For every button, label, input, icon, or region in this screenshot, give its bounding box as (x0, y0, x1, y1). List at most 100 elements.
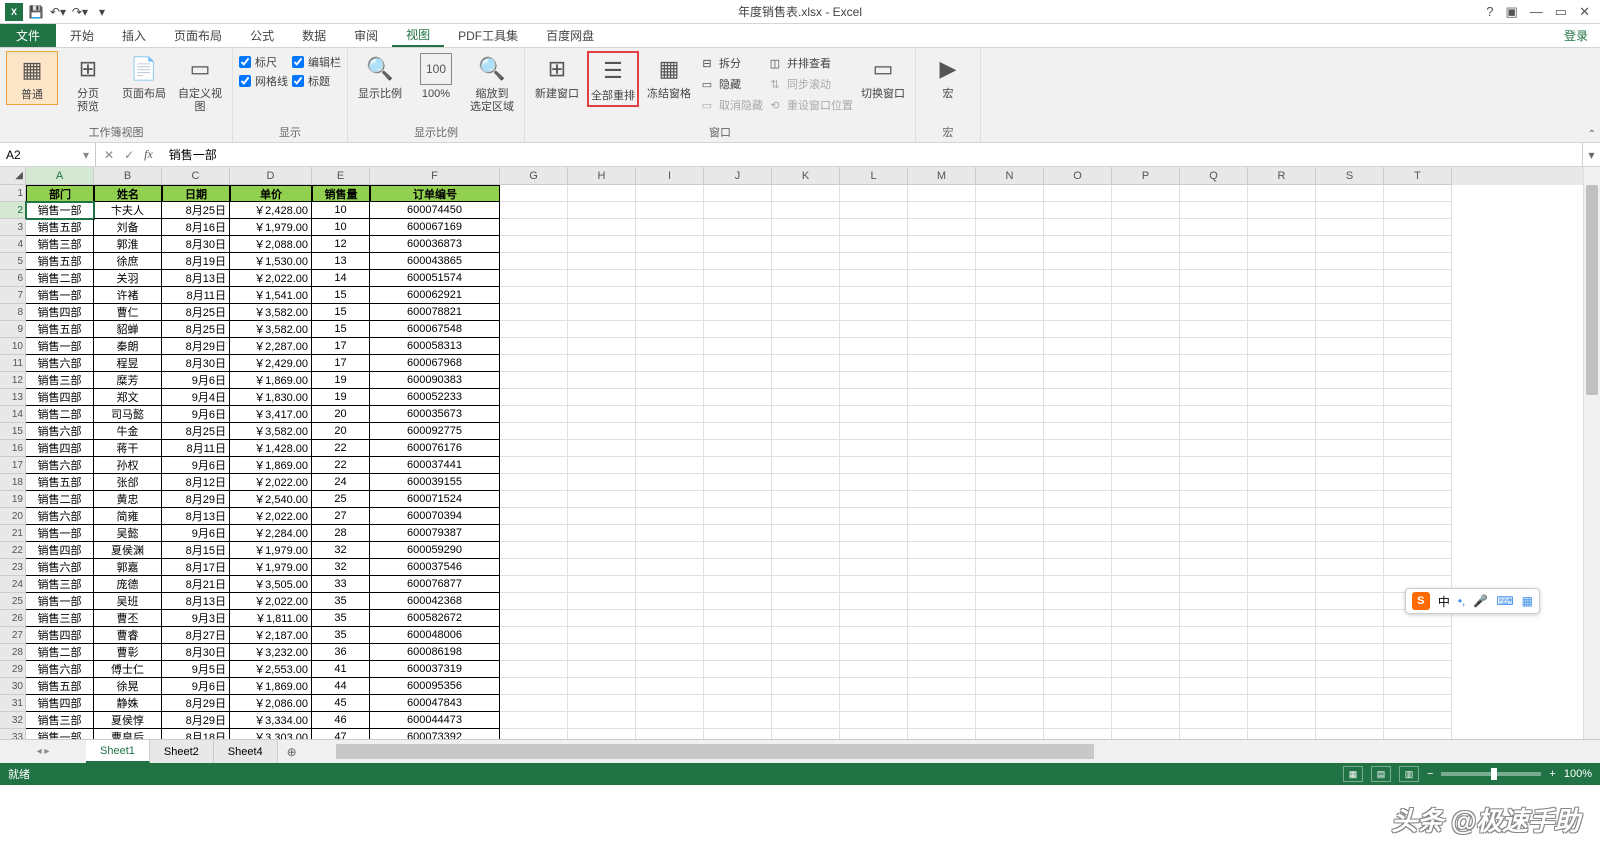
cell-D32[interactable]: ￥3,334.00 (230, 712, 312, 729)
cell-E21[interactable]: 28 (312, 525, 370, 542)
col-header-J[interactable]: J (704, 167, 772, 185)
cell-D33[interactable]: ￥3,303.00 (230, 729, 312, 739)
cell-E25[interactable]: 35 (312, 593, 370, 610)
col-header-S[interactable]: S (1316, 167, 1384, 185)
row-header-23[interactable]: 23 (0, 559, 26, 576)
row-header-11[interactable]: 11 (0, 355, 26, 372)
cell-A19[interactable]: 销售二部 (26, 491, 94, 508)
help-icon[interactable]: ? (1486, 4, 1493, 20)
normal-view-icon[interactable]: ▦ (1343, 766, 1363, 782)
header-cell[interactable]: 日期 (162, 185, 230, 202)
cell-E19[interactable]: 25 (312, 491, 370, 508)
row-header-16[interactable]: 16 (0, 440, 26, 457)
col-header-R[interactable]: R (1248, 167, 1316, 185)
headings-checkbox[interactable]: 标题 (292, 73, 341, 89)
cell-B20[interactable]: 简雍 (94, 508, 162, 525)
fx-icon[interactable]: fx (144, 147, 153, 162)
cell-D6[interactable]: ￥2,022.00 (230, 270, 312, 287)
cell-A27[interactable]: 销售四部 (26, 627, 94, 644)
cell-B18[interactable]: 张郃 (94, 474, 162, 491)
ime-menu-icon[interactable]: ▦ (1522, 594, 1533, 608)
zoom-button[interactable]: 🔍显示比例 (354, 51, 406, 103)
cell-D24[interactable]: ￥3,505.00 (230, 576, 312, 593)
cell-E6[interactable]: 14 (312, 270, 370, 287)
cell-D3[interactable]: ￥1,979.00 (230, 219, 312, 236)
cell-C19[interactable]: 8月29日 (162, 491, 230, 508)
cell-C16[interactable]: 8月11日 (162, 440, 230, 457)
cell-B29[interactable]: 傅士仁 (94, 661, 162, 678)
row-header-9[interactable]: 9 (0, 321, 26, 338)
cell-B24[interactable]: 庞德 (94, 576, 162, 593)
cell-D30[interactable]: ￥1,869.00 (230, 678, 312, 695)
cell-E30[interactable]: 44 (312, 678, 370, 695)
page-break-view-icon[interactable]: ▥ (1399, 766, 1419, 782)
cell-A8[interactable]: 销售四部 (26, 304, 94, 321)
cell-E12[interactable]: 19 (312, 372, 370, 389)
cell-D14[interactable]: ￥3,417.00 (230, 406, 312, 423)
cell-A7[interactable]: 销售一部 (26, 287, 94, 304)
col-header-Q[interactable]: Q (1180, 167, 1248, 185)
cell-E33[interactable]: 47 (312, 729, 370, 739)
tab-home[interactable]: 开始 (56, 24, 108, 47)
cell-B4[interactable]: 郭淮 (94, 236, 162, 253)
cell-D7[interactable]: ￥1,541.00 (230, 287, 312, 304)
select-all-cell[interactable]: ◢ (0, 167, 26, 185)
cell-E5[interactable]: 13 (312, 253, 370, 270)
ime-voice-icon[interactable]: 🎤 (1473, 594, 1488, 608)
tab-baidu[interactable]: 百度网盘 (532, 24, 608, 47)
new-window-button[interactable]: ⊞新建窗口 (531, 51, 583, 103)
cell-B23[interactable]: 郭嘉 (94, 559, 162, 576)
cell-B11[interactable]: 程昱 (94, 355, 162, 372)
cell-B22[interactable]: 夏侯渊 (94, 542, 162, 559)
cell-C32[interactable]: 8月29日 (162, 712, 230, 729)
cell-B19[interactable]: 黄忠 (94, 491, 162, 508)
cell-E27[interactable]: 35 (312, 627, 370, 644)
macros-button[interactable]: ▶宏 (922, 51, 974, 103)
cell-C17[interactable]: 9月6日 (162, 457, 230, 474)
cell-C11[interactable]: 8月30日 (162, 355, 230, 372)
cell-D9[interactable]: ￥3,582.00 (230, 321, 312, 338)
row-header-31[interactable]: 31 (0, 695, 26, 712)
formula-input[interactable]: 销售一部 (161, 143, 1582, 166)
tab-data[interactable]: 数据 (288, 24, 340, 47)
cell-F23[interactable]: 600037546 (370, 559, 500, 576)
cell-B10[interactable]: 秦朗 (94, 338, 162, 355)
header-cell[interactable]: 部门 (26, 185, 94, 202)
col-header-K[interactable]: K (772, 167, 840, 185)
col-header-E[interactable]: E (312, 167, 370, 185)
cell-B15[interactable]: 牛金 (94, 423, 162, 440)
cell-C29[interactable]: 9月5日 (162, 661, 230, 678)
qat-customize-icon[interactable]: ▾ (92, 2, 112, 22)
cell-F17[interactable]: 600037441 (370, 457, 500, 474)
cell-A10[interactable]: 销售一部 (26, 338, 94, 355)
zoom-level[interactable]: 100% (1564, 768, 1592, 780)
cell-B26[interactable]: 曹丕 (94, 610, 162, 627)
cell-E8[interactable]: 15 (312, 304, 370, 321)
cell-E18[interactable]: 24 (312, 474, 370, 491)
cell-C20[interactable]: 8月13日 (162, 508, 230, 525)
cell-D20[interactable]: ￥2,022.00 (230, 508, 312, 525)
tab-review[interactable]: 审阅 (340, 24, 392, 47)
cell-B2[interactable]: 卞夫人 (94, 202, 162, 219)
cell-A24[interactable]: 销售三部 (26, 576, 94, 593)
cell-C30[interactable]: 9月6日 (162, 678, 230, 695)
cell-F5[interactable]: 600043865 (370, 253, 500, 270)
cell-B7[interactable]: 许褚 (94, 287, 162, 304)
cell-F19[interactable]: 600071524 (370, 491, 500, 508)
cell-D22[interactable]: ￥1,979.00 (230, 542, 312, 559)
cell-A29[interactable]: 销售六部 (26, 661, 94, 678)
ruler-checkbox[interactable]: 标尺 (239, 54, 288, 70)
minimize-icon[interactable]: — (1530, 4, 1543, 20)
cell-D29[interactable]: ￥2,553.00 (230, 661, 312, 678)
cell-C24[interactable]: 8月21日 (162, 576, 230, 593)
col-header-I[interactable]: I (636, 167, 704, 185)
cell-B9[interactable]: 貂蝉 (94, 321, 162, 338)
cell-A23[interactable]: 销售六部 (26, 559, 94, 576)
row-header-6[interactable]: 6 (0, 270, 26, 287)
login-link[interactable]: 登录 (1552, 24, 1600, 47)
cell-C26[interactable]: 9月3日 (162, 610, 230, 627)
cell-E20[interactable]: 27 (312, 508, 370, 525)
cell-E13[interactable]: 19 (312, 389, 370, 406)
cell-C9[interactable]: 8月25日 (162, 321, 230, 338)
cell-A18[interactable]: 销售五部 (26, 474, 94, 491)
